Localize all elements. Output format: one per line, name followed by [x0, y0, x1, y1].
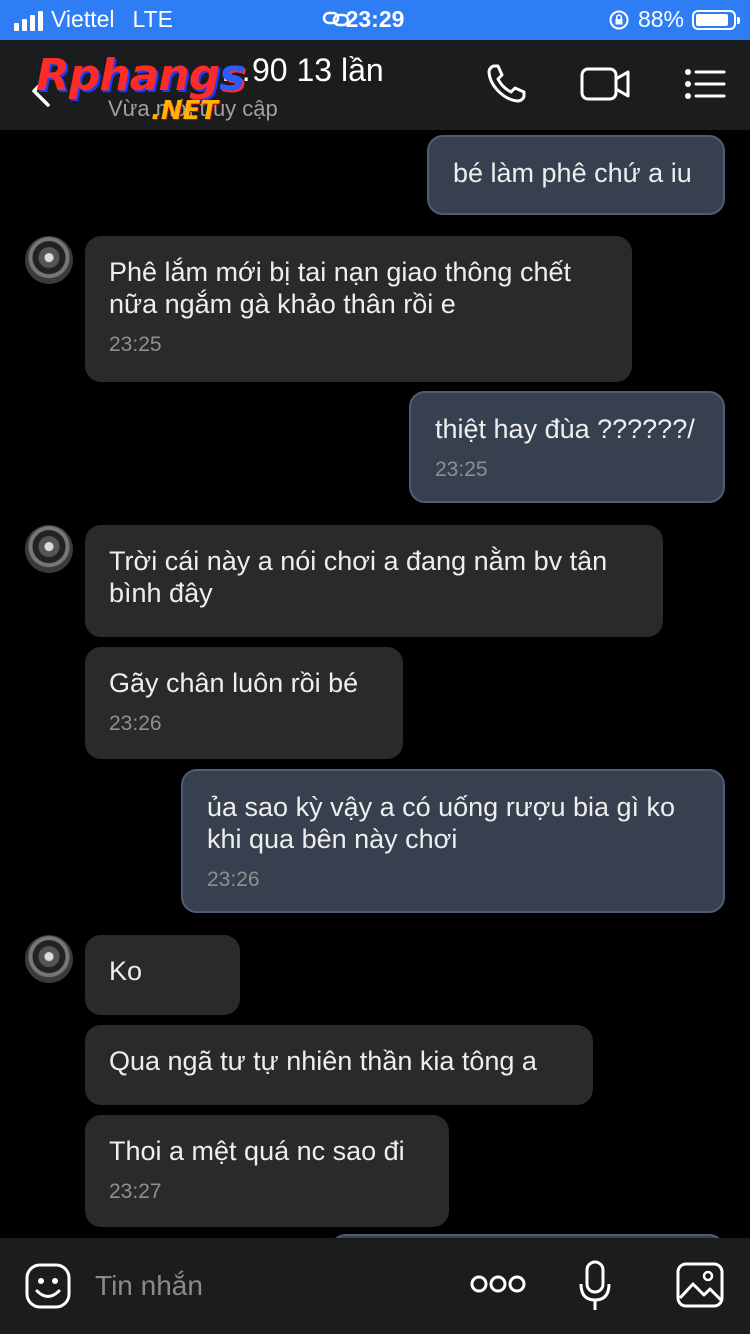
message-text: thiệt hay đùa ??????/ — [435, 414, 695, 444]
message-time: 23:26 — [109, 712, 162, 735]
message-text: Trời cái này a nói chơi a đang nằm bv tâ… — [109, 546, 608, 608]
watermark-text: Rphang — [36, 50, 220, 101]
message-bubble-in[interactable]: Qua ngã tư tự nhiên thần kia tông a — [85, 1025, 593, 1105]
message-text: Qua ngã tư tự nhiên thần kia tông a — [109, 1046, 537, 1076]
message-text: Thoi a mệt quá nc sao đi — [109, 1136, 405, 1166]
video-call-icon[interactable] — [580, 62, 632, 106]
message-bubble-in[interactable]: Gãy chân luôn rồi bé 23:26 — [85, 647, 403, 759]
message-time: 23:25 — [109, 333, 162, 356]
phone-icon[interactable] — [484, 62, 528, 106]
message-composer: Tin nhắn — [0, 1238, 750, 1334]
message-bubble-in[interactable]: Trời cái này a nói chơi a đang nằm bv tâ… — [85, 525, 663, 637]
status-right: 88% — [608, 6, 740, 33]
message-input[interactable]: Tin nhắn — [95, 1270, 203, 1302]
avatar[interactable] — [25, 935, 73, 983]
chat-header: …90 13 lần Vừa mới truy cập Rphangs .NET — [0, 40, 750, 130]
message-bubble-in[interactable]: Ko — [85, 935, 240, 1015]
menu-icon[interactable] — [684, 62, 726, 106]
rotation-lock-icon — [609, 10, 629, 29]
battery-icon — [692, 9, 740, 30]
message-text: bé làm phê chứ a iu — [453, 158, 692, 188]
message-bubble-in[interactable]: Phê lắm mới bị tai nạn giao thông chết n… — [85, 236, 632, 382]
avatar[interactable] — [25, 525, 73, 573]
avatar[interactable] — [25, 236, 73, 284]
more-icon[interactable] — [470, 1274, 526, 1294]
message-list[interactable]: bé làm phê chứ a iu Phê lắm mới bị tai n… — [0, 130, 750, 1238]
watermark-text-accent: s — [219, 50, 245, 101]
message-bubble-in[interactable]: Thoi a mệt quá nc sao đi 23:27 — [85, 1115, 449, 1227]
message-text: Phê lắm mới bị tai nạn giao thông chết n… — [109, 257, 571, 319]
watermark-logo: Rphangs .NET — [36, 50, 245, 126]
message-time: 23:27 — [109, 1180, 162, 1203]
message-bubble-out[interactable]: ủa sao kỳ vậy a có uống rượu bia gì ko k… — [181, 769, 725, 913]
message-bubble-out[interactable]: bé làm phê chứ a iu — [427, 135, 725, 215]
image-icon[interactable] — [676, 1262, 724, 1308]
emoji-icon[interactable] — [24, 1262, 72, 1310]
microphone-icon[interactable] — [578, 1260, 612, 1312]
contact-name[interactable]: …90 13 lần — [220, 52, 384, 89]
watermark-sub: .NET — [151, 96, 219, 126]
message-bubble-out[interactable]: thiệt hay đùa ??????/ 23:25 — [409, 391, 725, 503]
message-text: Ko — [109, 956, 143, 986]
message-text: ủa sao kỳ vậy a có uống rượu bia gì ko k… — [207, 792, 676, 854]
battery-percent: 88% — [637, 6, 684, 32]
battery-fill — [696, 13, 728, 26]
status-bar: Viettel LTE 23:29 88% — [0, 0, 750, 40]
message-text: Gãy chân luôn rồi bé — [109, 668, 359, 698]
message-time: 23:25 — [435, 458, 488, 481]
message-time: 23:26 — [207, 868, 260, 891]
